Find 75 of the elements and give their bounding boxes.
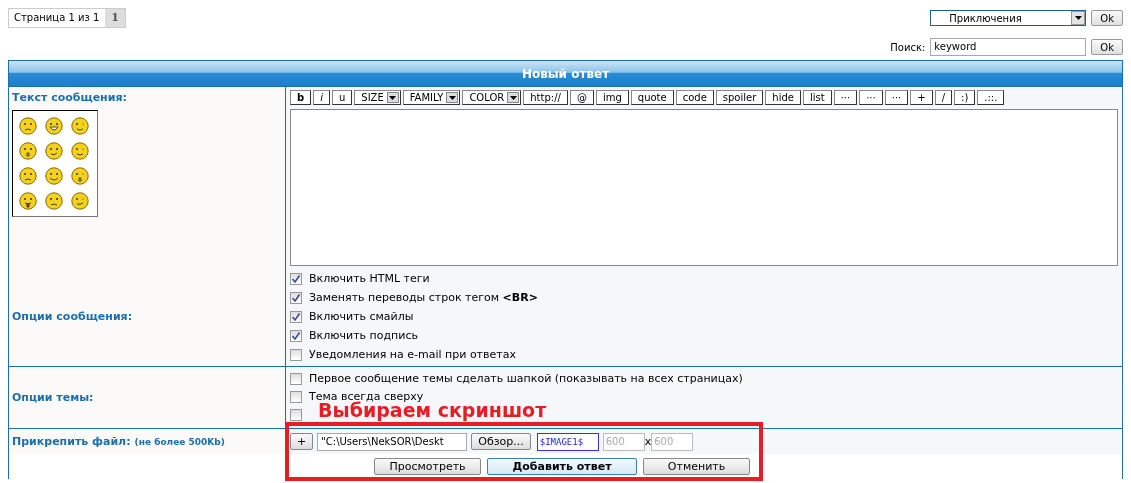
option-label: Тема всегда сверху [309, 390, 424, 403]
search-label: Поиск: [890, 41, 926, 53]
message-field[interactable] [290, 109, 1118, 266]
smiley-icon[interactable] [71, 117, 89, 135]
format-button[interactable]: ··· [833, 90, 858, 105]
times-sign: x [644, 435, 652, 448]
page-link[interactable]: 1 [105, 9, 125, 27]
format-button[interactable]: img [595, 90, 629, 105]
search-field[interactable]: keyword [930, 38, 1087, 56]
format-button[interactable]: code [675, 90, 714, 105]
smiley-icon[interactable] [45, 117, 63, 135]
format-button[interactable]: .::. [977, 90, 1005, 105]
format-dropdown[interactable]: SIZE [354, 90, 401, 105]
checkbox[interactable] [290, 372, 302, 385]
smiley-icon[interactable] [19, 167, 37, 185]
option-label: Включить смайлы [309, 310, 414, 323]
format-button[interactable]: u [331, 90, 353, 105]
caret-icon [389, 95, 397, 100]
checkbox[interactable] [290, 272, 302, 285]
option-label: Включить подпись [309, 329, 418, 342]
checkbox[interactable] [290, 291, 302, 304]
field-label: Текст сообщения: [12, 91, 128, 104]
checkbox[interactable] [290, 390, 302, 403]
format-button[interactable]: hide [765, 90, 801, 105]
format-dropdown[interactable]: COLOR [462, 90, 522, 105]
format-button[interactable]: + [910, 90, 933, 105]
format-button[interactable]: b [290, 90, 312, 105]
checkbox[interactable] [290, 408, 302, 421]
format-button[interactable]: ··· [859, 90, 883, 105]
option-label: Первое сообщение темы сделать шапкой (показывать на всех страницах) [309, 372, 743, 385]
browse-button[interactable]: Обзор... [471, 433, 531, 450]
checkbox[interactable] [290, 310, 302, 323]
checkbox[interactable] [290, 348, 302, 361]
form-button[interactable]: Просмотреть [374, 458, 481, 475]
form-button[interactable]: Отменить [643, 458, 750, 475]
format-button[interactable]: i [313, 90, 330, 105]
format-button[interactable]: quote [630, 90, 674, 105]
tag-field[interactable]: $IMAGE1$ [536, 432, 599, 451]
smiley-icon[interactable] [71, 167, 89, 185]
caret-icon [1074, 16, 1082, 20]
form-title: Новый ответ [9, 61, 1122, 87]
format-button[interactable]: ··· [884, 90, 909, 105]
smiley-icon[interactable] [19, 192, 37, 210]
pager-label: Страница 1 из 1 [13, 11, 101, 25]
ok-button[interactable]: Ok [1091, 10, 1123, 26]
smiley-icon[interactable] [19, 142, 37, 160]
smiley-icon[interactable] [45, 142, 63, 160]
field-label: Опции темы: [12, 391, 95, 404]
format-button[interactable]: spoiler [715, 90, 764, 105]
size-note: (не более 500Kb) [134, 437, 225, 447]
format-button[interactable]: http:// [523, 90, 568, 105]
smiley-icon[interactable] [19, 117, 37, 135]
file-field[interactable]: "C:\Users\NekSOR\Deskt [317, 432, 468, 451]
field-label: Опции сообщения: [12, 310, 134, 323]
smiley-icon[interactable] [71, 142, 89, 160]
format-button[interactable]: list [802, 90, 832, 105]
caret-icon [448, 95, 456, 100]
format-button[interactable]: / [934, 90, 952, 105]
forum-select[interactable]: Приключения [930, 10, 1087, 26]
format-button[interactable]: @ [569, 90, 594, 105]
format-dropdown[interactable]: FAMILY [402, 90, 461, 105]
field-label: Прикрепить файл: [12, 435, 131, 448]
ok-button[interactable]: Ok [1091, 39, 1123, 55]
add-button[interactable]: + [290, 433, 314, 450]
format-button[interactable]: :) [954, 90, 976, 105]
smiley-icon[interactable] [45, 167, 63, 185]
caret-icon [509, 95, 517, 100]
checkbox[interactable] [290, 329, 302, 342]
smiley-icon[interactable] [45, 192, 63, 210]
option-label: Заменять переводы строк тегом <BR> [309, 291, 538, 304]
option-label: Уведомления на e-mail при ответах [309, 348, 516, 361]
form-button[interactable]: Добавить ответ [487, 458, 637, 475]
annotation-text: Выбираем скриншот [318, 401, 547, 420]
option-label: Включить HTML теги [309, 272, 430, 285]
smiley-icon[interactable] [71, 192, 89, 210]
